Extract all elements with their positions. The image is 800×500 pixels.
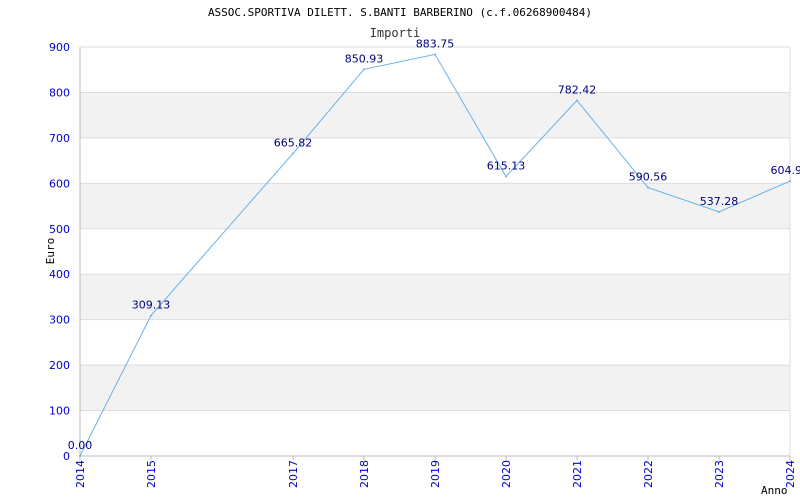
data-label: 665.82 — [274, 136, 313, 149]
y-tick-label: 400 — [49, 268, 70, 281]
data-point — [150, 314, 152, 317]
y-tick-label: 500 — [49, 223, 70, 236]
data-point — [647, 186, 649, 189]
x-tick-label: 2014 — [74, 460, 87, 488]
data-point — [576, 99, 578, 102]
y-tick-label: 200 — [49, 359, 70, 372]
x-tick-label: 2023 — [713, 460, 726, 488]
data-point — [505, 175, 507, 178]
data-label: 782.42 — [558, 83, 597, 96]
data-point — [789, 180, 791, 183]
data-point — [363, 68, 365, 71]
y-tick-label: 100 — [49, 405, 70, 418]
y-tick-label: 700 — [49, 132, 70, 145]
y-tick-label: 300 — [49, 314, 70, 327]
x-tick-labels: 2014 2015 2017 2018 2019 2020 2021 2022 2023 2024 — [74, 460, 797, 488]
series-name: Importi — [370, 26, 421, 40]
grid-band — [80, 365, 790, 411]
grid-band — [80, 183, 790, 229]
line-chart: 0100200300400500600700800900 2014 2015 201… — [44, 6, 800, 497]
data-label: 615.13 — [487, 159, 526, 172]
data-point — [292, 152, 294, 155]
x-tick-label: 2020 — [500, 460, 513, 488]
data-label: 590.56 — [629, 171, 668, 184]
data-label: 309.13 — [132, 299, 171, 312]
data-label: 0.00 — [68, 439, 93, 452]
data-point — [434, 53, 436, 56]
data-point — [79, 455, 81, 457]
x-tick-label: 2022 — [642, 460, 655, 488]
grid-band — [80, 92, 790, 138]
data-point — [718, 210, 720, 213]
data-label: 850.93 — [345, 52, 384, 65]
x-axis-title: Anno — [761, 484, 788, 497]
x-tick-label: 2019 — [429, 460, 442, 488]
grid-band — [80, 274, 790, 320]
x-tick-label: 2017 — [287, 460, 300, 488]
y-tick-label: 800 — [49, 86, 70, 99]
x-tick-label: 2018 — [358, 460, 371, 488]
y-tick-label: 900 — [49, 41, 70, 54]
chart-title: ASSOC.SPORTIVA DILETT. S.BANTI BARBERINO… — [208, 6, 592, 19]
y-axis-title: Euro — [44, 238, 57, 265]
grid-bands — [80, 92, 790, 411]
y-tick-label: 600 — [49, 177, 70, 190]
x-tick-label: 2015 — [145, 460, 158, 488]
data-label: 883.75 — [416, 37, 455, 50]
data-label: 604.9 — [771, 164, 800, 177]
data-label: 537.28 — [700, 195, 739, 208]
x-tick-label: 2021 — [571, 460, 584, 488]
